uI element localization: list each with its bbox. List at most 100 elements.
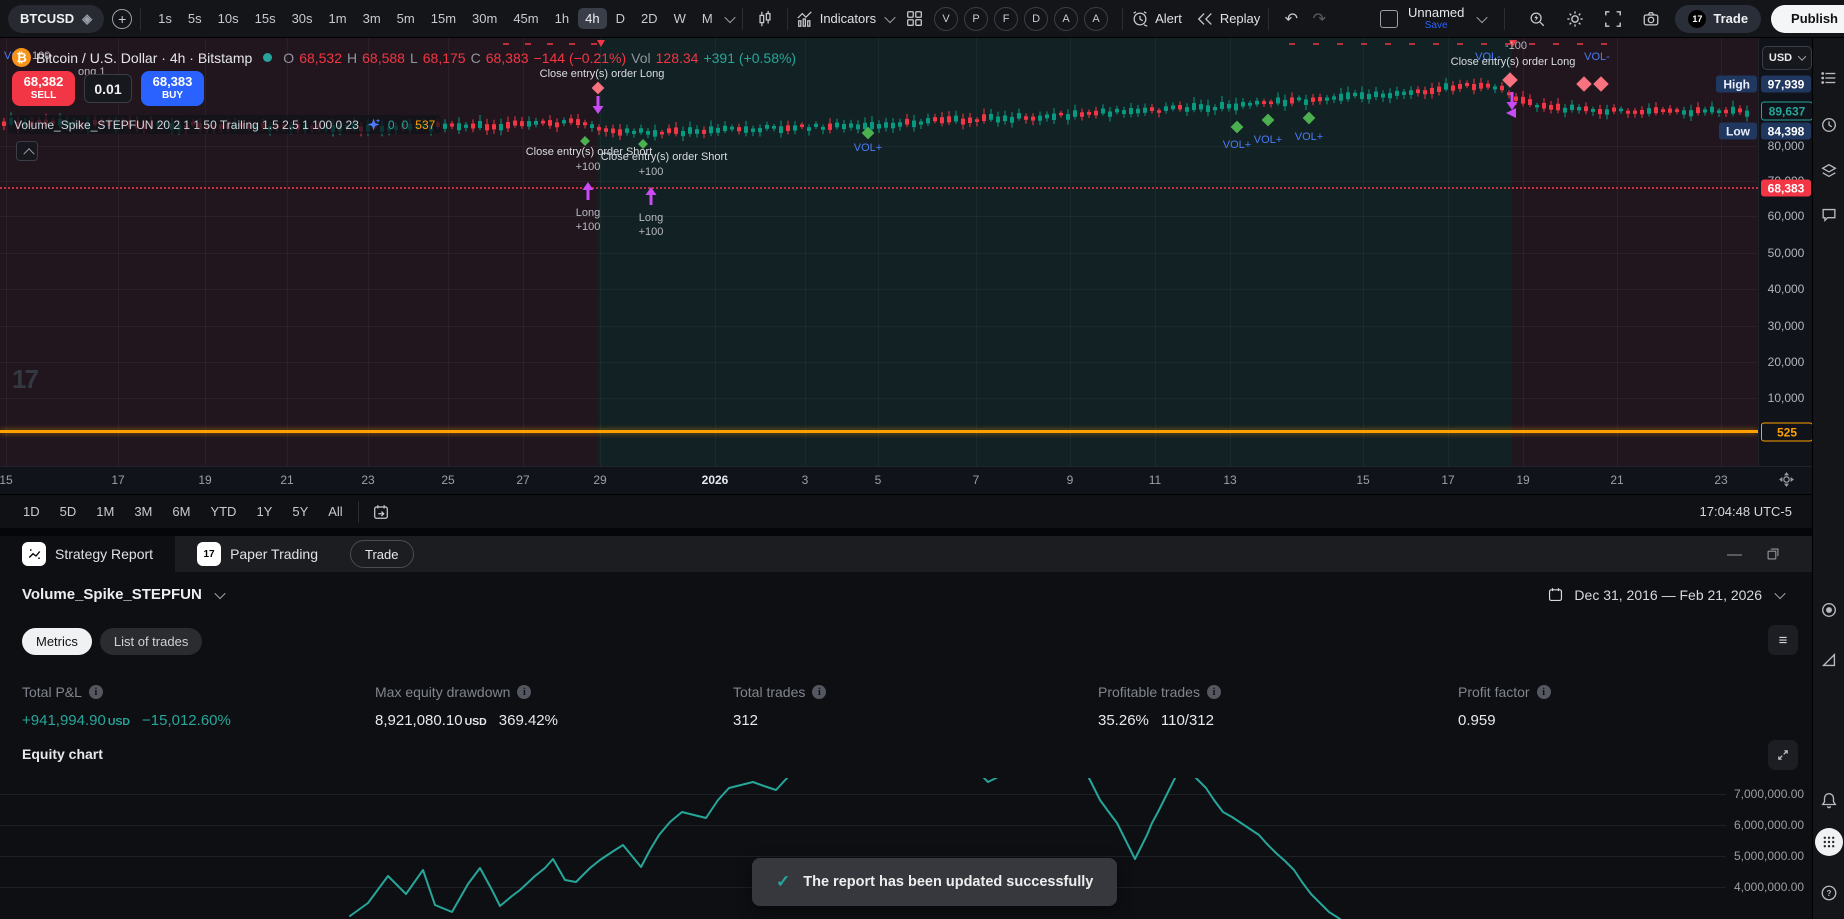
- interval-3m[interactable]: 3m: [356, 8, 388, 29]
- trade-tab-button[interactable]: Trade: [350, 540, 413, 568]
- interval-M[interactable]: M: [695, 8, 720, 29]
- timescale-settings-gear-icon[interactable]: [1778, 471, 1795, 488]
- range-1m[interactable]: 1M: [89, 501, 121, 522]
- apps-grid-icon[interactable]: [1815, 828, 1843, 856]
- hotlists-layers-icon[interactable]: [1819, 161, 1839, 181]
- info-icon[interactable]: i: [1537, 685, 1551, 699]
- date-range-picker[interactable]: Dec 31, 2016 — Feb 21, 2026: [1547, 586, 1784, 603]
- interval-4h[interactable]: 4h: [578, 8, 606, 29]
- svg-text:Long: Long: [639, 212, 663, 224]
- favorite-template-a-5[interactable]: A: [1084, 7, 1108, 31]
- compare-add-icon[interactable]: +: [112, 9, 132, 29]
- clock-display[interactable]: 17:04:48 UTC-5: [1700, 504, 1797, 519]
- interval-10s[interactable]: 10s: [211, 8, 246, 29]
- interval-15s[interactable]: 15s: [248, 8, 283, 29]
- chevron-down-icon[interactable]: [724, 11, 735, 22]
- notifications-bell-icon[interactable]: [1819, 790, 1839, 810]
- report-menu-icon[interactable]: ≡: [1768, 625, 1798, 655]
- interval-2D[interactable]: 2D: [634, 8, 665, 29]
- quantity-field[interactable]: 0.01: [84, 74, 132, 103]
- info-icon[interactable]: i: [517, 685, 531, 699]
- indicators-button[interactable]: Indicators: [796, 10, 894, 28]
- divider: [140, 8, 141, 30]
- currency-dropdown[interactable]: USD: [1762, 46, 1812, 70]
- layout-square-icon[interactable]: [1380, 10, 1398, 28]
- interval-1m[interactable]: 1m: [322, 8, 354, 29]
- sell-button[interactable]: 68,382 SELL: [12, 71, 75, 106]
- maximize-panel-icon[interactable]: [1766, 547, 1780, 561]
- range-1y[interactable]: 1Y: [249, 501, 279, 522]
- range-3m[interactable]: 3M: [127, 501, 159, 522]
- alerts-clock-icon[interactable]: [1819, 115, 1839, 135]
- chart-legend[interactable]: ₿ Bitcoin / U.S. Dollar · 4h · Bitstamp …: [12, 48, 796, 67]
- chevron-down-icon[interactable]: [1477, 11, 1488, 22]
- info-icon[interactable]: i: [1207, 685, 1221, 699]
- interval-5m[interactable]: 5m: [390, 8, 422, 29]
- undo-icon[interactable]: ↶: [1277, 5, 1305, 33]
- range-5d[interactable]: 5D: [53, 501, 84, 522]
- interval-W[interactable]: W: [667, 8, 693, 29]
- symbol-title[interactable]: Bitcoin / U.S. Dollar · 4h · Bitstamp: [36, 50, 252, 66]
- candle-style-icon[interactable]: [751, 5, 779, 33]
- fullscreen-icon[interactable]: [1599, 5, 1627, 33]
- layout-grid-icon[interactable]: [900, 5, 928, 33]
- chat-icon[interactable]: [1819, 205, 1839, 225]
- minimize-panel-icon[interactable]: —: [1727, 546, 1742, 563]
- layout-name-button[interactable]: Unnamed Save: [1408, 6, 1464, 31]
- interval-1s[interactable]: 1s: [151, 8, 179, 29]
- panel-divider[interactable]: [0, 528, 1844, 536]
- info-icon[interactable]: i: [812, 685, 826, 699]
- tab-strategy-report[interactable]: Strategy Report: [0, 536, 175, 572]
- price-chart-canvas[interactable]: Close entry(s) order LongClose entry(s) …: [0, 38, 1758, 466]
- symbol-search-button[interactable]: BTCUSD ◈: [8, 5, 104, 33]
- quick-search-icon[interactable]: [1523, 5, 1551, 33]
- favorite-template-p-1[interactable]: P: [964, 7, 988, 31]
- time-axis[interactable]: 15171921232527292026357911131517192123: [0, 466, 1812, 495]
- favorite-template-f-2[interactable]: F: [994, 7, 1018, 31]
- interval-30m[interactable]: 30m: [465, 8, 504, 29]
- watchlist-icon[interactable]: [1819, 68, 1839, 88]
- favorite-template-a-4[interactable]: A: [1054, 7, 1078, 31]
- ai-sparkle-icon[interactable]: [366, 117, 381, 132]
- interval-1h[interactable]: 1h: [548, 8, 576, 29]
- range-6m[interactable]: 6M: [165, 501, 197, 522]
- range-ytd[interactable]: YTD: [203, 501, 243, 522]
- favorite-template-d-3[interactable]: D: [1024, 7, 1048, 31]
- save-label[interactable]: Save: [1425, 20, 1448, 31]
- publish-button[interactable]: Publish: [1771, 5, 1844, 33]
- report-title-dropdown[interactable]: Volume_Spike_STEPFUN: [22, 586, 224, 603]
- settings-gear-icon[interactable]: [1561, 5, 1589, 33]
- interval-15m[interactable]: 15m: [424, 8, 463, 29]
- replay-button[interactable]: Replay: [1196, 10, 1260, 28]
- buy-button[interactable]: 68,383 BUY: [141, 71, 204, 106]
- interval-5s[interactable]: 5s: [181, 8, 209, 29]
- alert-button[interactable]: Alert: [1131, 10, 1182, 28]
- collapse-pane-button[interactable]: [16, 141, 38, 161]
- expand-equity-chart-icon[interactable]: [1768, 740, 1798, 770]
- time-label: 17: [1441, 473, 1454, 487]
- target-icon[interactable]: [1819, 600, 1839, 620]
- view-list-of-trades[interactable]: List of trades: [100, 628, 202, 655]
- price-scale[interactable]: USD 80,00070,00060,00050,00040,00030,000…: [1758, 38, 1813, 466]
- view-metrics[interactable]: Metrics: [22, 628, 92, 655]
- success-toast[interactable]: ✓ The report has been updated successful…: [752, 858, 1117, 906]
- range-5y[interactable]: 5Y: [285, 501, 315, 522]
- range-1d[interactable]: 1D: [16, 501, 47, 522]
- favorite-template-v-0[interactable]: V: [934, 7, 958, 31]
- screenshot-camera-icon[interactable]: [1637, 5, 1665, 33]
- help-icon[interactable]: ?: [1819, 883, 1839, 903]
- chart-area[interactable]: Close entry(s) order LongClose entry(s) …: [0, 38, 1758, 466]
- range-all[interactable]: All: [321, 501, 349, 522]
- interval-D[interactable]: D: [609, 8, 632, 29]
- info-icon[interactable]: i: [89, 685, 103, 699]
- trade-button[interactable]: 17 Trade: [1675, 5, 1761, 33]
- redo-icon[interactable]: ↷: [1305, 5, 1333, 33]
- svg-text:Long: Long: [576, 207, 600, 219]
- strategy-status-line[interactable]: Volume_Spike_STEPFUN 20 2 1 1 50 Trailin…: [8, 115, 441, 134]
- interval-30s[interactable]: 30s: [285, 8, 320, 29]
- tab-label: Strategy Report: [55, 546, 153, 562]
- interval-45m[interactable]: 45m: [506, 8, 545, 29]
- go-to-date-icon[interactable]: [367, 498, 395, 526]
- ruler-icon[interactable]: [1819, 650, 1839, 670]
- tab-paper-trading[interactable]: 17 Paper Trading: [175, 536, 340, 572]
